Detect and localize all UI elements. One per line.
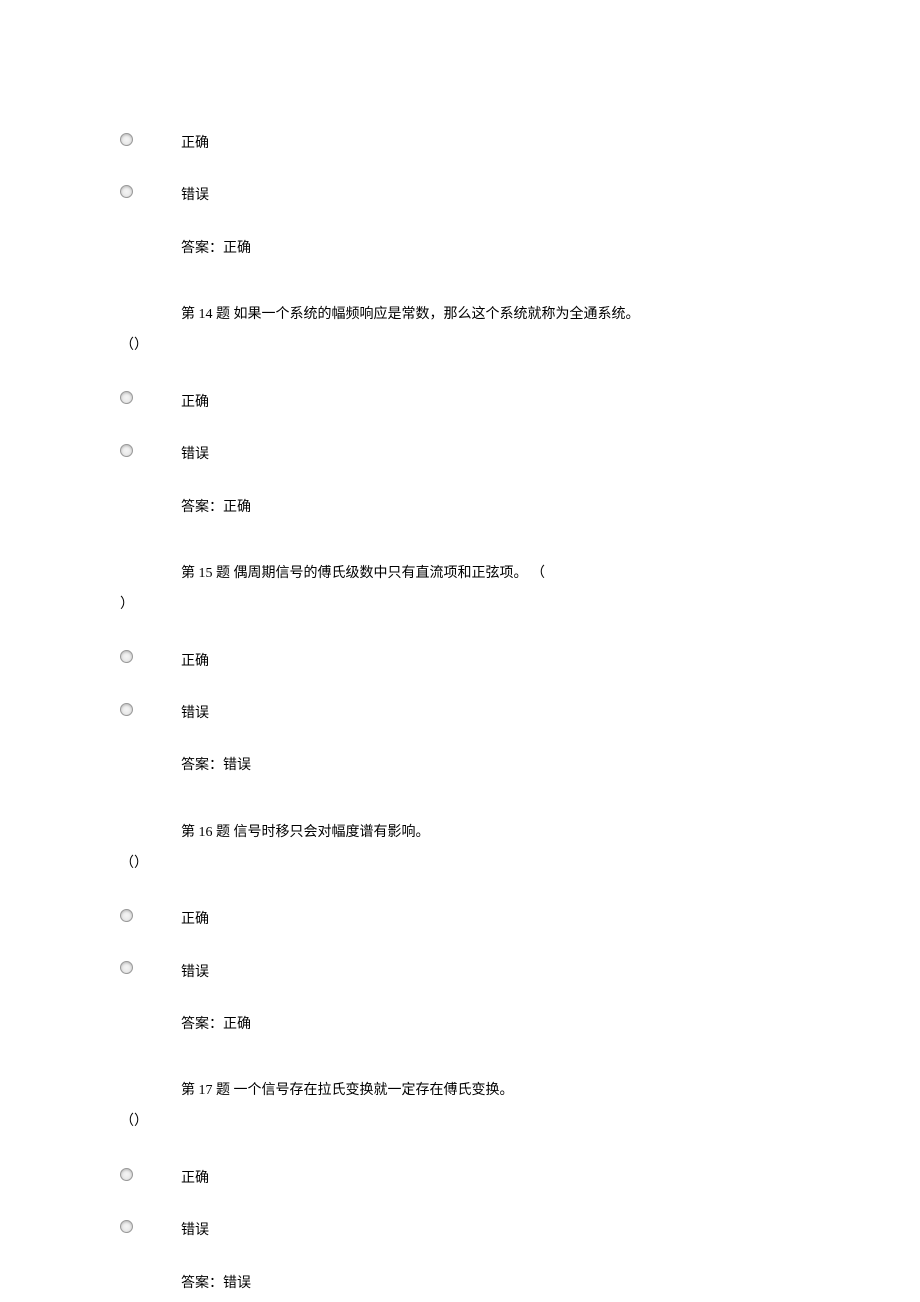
q14-option-correct[interactable]: 正确 (120, 392, 800, 414)
option-label-incorrect: 错误 (181, 185, 209, 207)
q13-option-incorrect[interactable]: 错误 (120, 185, 800, 207)
answer-prefix: 答案： (181, 500, 223, 515)
radio-icon (120, 703, 133, 716)
q14-marker: （） (120, 331, 800, 362)
q14-block: 第 14 题 如果一个系统的幅频响应是常数，那么这个系统就称为全通系统。 （） (120, 300, 800, 362)
answer-prefix: 答案： (181, 1276, 223, 1291)
q16-block: 第 16 题 信号时移只会对幅度谱有影响。 （） (120, 818, 800, 880)
q17-answer: 答案：错误 (120, 1273, 800, 1295)
answer-value: 错误 (223, 758, 251, 773)
q15-option-correct[interactable]: 正确 (120, 651, 800, 673)
radio-icon (120, 1220, 133, 1233)
answer-value: 正确 (223, 241, 251, 256)
q15-marker: ） (120, 590, 800, 621)
option-label-incorrect: 错误 (181, 1220, 209, 1242)
question-prefix: 第 15 题 (181, 566, 234, 581)
radio-icon (120, 391, 133, 404)
question-body: 一个信号存在拉氏变换就一定存在傅氏变换。 (234, 1083, 514, 1098)
q16-option-correct[interactable]: 正确 (120, 909, 800, 931)
question-body: 偶周期信号的傅氏级数中只有直流项和正弦项。 （ (234, 566, 546, 581)
question-prefix: 第 17 题 (181, 1083, 234, 1098)
q13-answer: 答案：正确 (120, 238, 800, 260)
q15-answer: 答案：错误 (120, 755, 800, 777)
answer-value: 正确 (223, 1017, 251, 1032)
answer-prefix: 答案： (181, 241, 223, 256)
q15-option-incorrect[interactable]: 错误 (120, 703, 800, 725)
q17-block: 第 17 题 一个信号存在拉氏变换就一定存在傅氏变换。 （） (120, 1076, 800, 1138)
radio-icon (120, 1168, 133, 1181)
option-label-incorrect: 错误 (181, 444, 209, 466)
option-label-correct: 正确 (181, 133, 209, 155)
question-body: 如果一个系统的幅频响应是常数，那么这个系统就称为全通系统。 (234, 307, 640, 322)
q15-block: 第 15 题 偶周期信号的傅氏级数中只有直流项和正弦项。 （ ） (120, 559, 800, 621)
answer-value: 错误 (223, 1276, 251, 1291)
question-body: 信号时移只会对幅度谱有影响。 (234, 825, 430, 840)
q17-option-incorrect[interactable]: 错误 (120, 1220, 800, 1242)
radio-icon (120, 185, 133, 198)
q14-text: 第 14 题 如果一个系统的幅频响应是常数，那么这个系统就称为全通系统。 (120, 300, 800, 331)
radio-icon (120, 909, 133, 922)
option-label-incorrect: 错误 (181, 703, 209, 725)
option-label-correct: 正确 (181, 392, 209, 414)
q16-marker: （） (120, 849, 800, 880)
radio-icon (120, 133, 133, 146)
question-prefix: 第 14 题 (181, 307, 234, 322)
q15-text: 第 15 题 偶周期信号的傅氏级数中只有直流项和正弦项。 （ (120, 559, 800, 590)
option-label-incorrect: 错误 (181, 962, 209, 984)
q16-option-incorrect[interactable]: 错误 (120, 962, 800, 984)
option-label-correct: 正确 (181, 909, 209, 931)
radio-icon (120, 444, 133, 457)
option-label-correct: 正确 (181, 651, 209, 673)
radio-icon (120, 650, 133, 663)
q16-answer: 答案：正确 (120, 1014, 800, 1036)
q17-marker: （） (120, 1107, 800, 1138)
q13-option-correct[interactable]: 正确 (120, 133, 800, 155)
answer-prefix: 答案： (181, 758, 223, 773)
q17-option-correct[interactable]: 正确 (120, 1168, 800, 1190)
q16-text: 第 16 题 信号时移只会对幅度谱有影响。 (120, 818, 800, 849)
radio-icon (120, 961, 133, 974)
q14-answer: 答案：正确 (120, 497, 800, 519)
answer-prefix: 答案： (181, 1017, 223, 1032)
answer-value: 正确 (223, 500, 251, 515)
q14-option-incorrect[interactable]: 错误 (120, 444, 800, 466)
option-label-correct: 正确 (181, 1168, 209, 1190)
q17-text: 第 17 题 一个信号存在拉氏变换就一定存在傅氏变换。 (120, 1076, 800, 1107)
question-prefix: 第 16 题 (181, 825, 234, 840)
